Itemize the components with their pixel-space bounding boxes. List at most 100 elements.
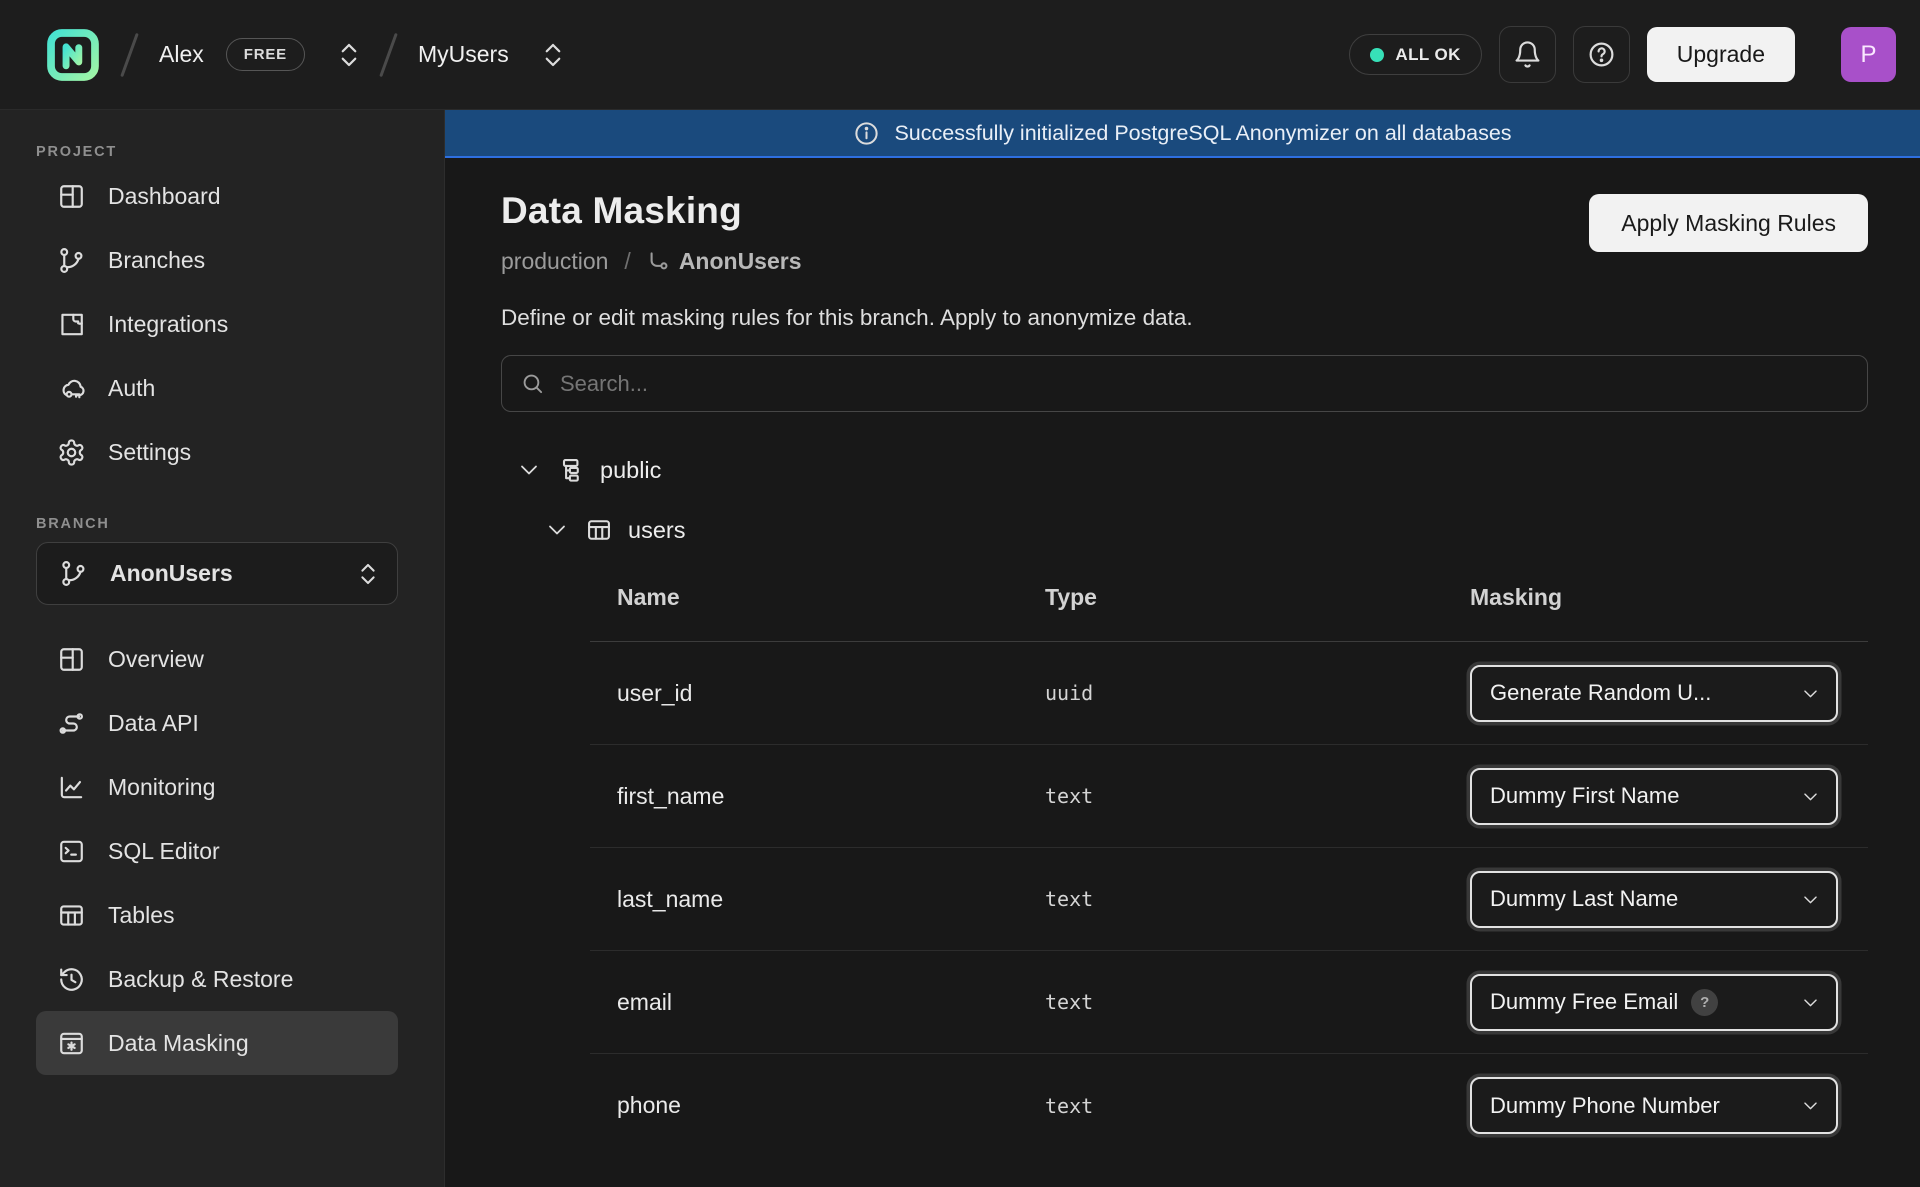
notification-banner: Successfully initialized PostgreSQL Anon…	[445, 110, 1920, 158]
sidebar-item-dashboard[interactable]: Dashboard	[36, 164, 398, 228]
help-circle-icon	[1587, 40, 1616, 69]
sql-editor-terminal-icon	[57, 837, 86, 866]
sidebar-item-label: Integrations	[108, 311, 228, 338]
overview-icon	[57, 645, 86, 674]
chevron-down-icon	[1801, 890, 1820, 909]
column-type: text	[1045, 990, 1470, 1014]
masking-select-first-name[interactable]: Dummy First Name	[1470, 768, 1838, 825]
sidebar-item-label: Settings	[108, 439, 191, 466]
project-section-label: PROJECT	[36, 144, 444, 160]
chevron-down-icon[interactable]	[517, 458, 541, 482]
breadcrumb-parent[interactable]: production	[501, 248, 608, 275]
sidebar-item-label: Auth	[108, 375, 155, 402]
sidebar-item-settings[interactable]: Settings	[36, 420, 398, 484]
column-type: text	[1045, 784, 1470, 808]
table-row: last_name text Dummy Last Name	[590, 848, 1868, 951]
dashboard-icon	[57, 182, 86, 211]
sidebar-item-label: Monitoring	[108, 774, 215, 801]
data-api-icon	[57, 709, 86, 738]
settings-gear-icon	[57, 438, 86, 467]
project-switcher-button[interactable]	[543, 40, 563, 70]
search-input[interactable]	[560, 371, 1849, 397]
sidebar-item-label: SQL Editor	[108, 838, 220, 865]
masking-select-value: Dummy First Name	[1490, 783, 1679, 809]
sidebar-item-integrations[interactable]: Integrations	[36, 292, 398, 356]
column-header-type: Type	[1045, 584, 1470, 611]
table-row: email text Dummy Free Email ?	[590, 951, 1868, 1054]
page-title: Data Masking	[501, 190, 802, 232]
sidebar: PROJECT Dashboard Branches Integrations …	[0, 110, 445, 1187]
branches-icon	[57, 246, 86, 275]
column-name: first_name	[617, 783, 1045, 810]
sidebar-item-label: Data API	[108, 710, 199, 737]
main-panel: Successfully initialized PostgreSQL Anon…	[445, 110, 1920, 1187]
help-button[interactable]	[1573, 26, 1630, 83]
notifications-button[interactable]	[1499, 26, 1556, 83]
org-switcher-button[interactable]	[339, 40, 359, 70]
apply-masking-rules-button[interactable]: Apply Masking Rules	[1589, 194, 1868, 252]
schema-name: public	[600, 457, 661, 484]
breadcrumb: production / AnonUsers	[501, 248, 802, 275]
org-name[interactable]: Alex	[159, 41, 204, 68]
avatar[interactable]: P	[1841, 27, 1896, 82]
sidebar-item-label: Overview	[108, 646, 204, 673]
sidebar-item-overview[interactable]: Overview	[36, 627, 398, 691]
sidebar-item-label: Tables	[108, 902, 174, 929]
chevron-down-icon	[1801, 684, 1820, 703]
neon-logo-icon[interactable]	[46, 28, 100, 82]
column-name: last_name	[617, 886, 1045, 913]
project-name[interactable]: MyUsers	[418, 41, 509, 68]
table-icon	[585, 516, 613, 544]
columns-table: Name Type Masking user_id uuid Generate …	[590, 577, 1868, 1157]
masking-select-user-id[interactable]: Generate Random U...	[1470, 665, 1838, 722]
integrations-icon	[57, 310, 86, 339]
masking-select-phone[interactable]: Dummy Phone Number	[1470, 1077, 1838, 1134]
auth-icon	[57, 374, 86, 403]
sidebar-item-auth[interactable]: Auth	[36, 356, 398, 420]
column-type: text	[1045, 1094, 1470, 1118]
sidebar-item-monitoring[interactable]: Monitoring	[36, 755, 398, 819]
chevron-up-down-icon	[543, 40, 563, 70]
branch-switcher-chevrons	[359, 560, 377, 588]
masking-select-value: Dummy Free Email	[1490, 989, 1678, 1015]
chevron-down-icon	[1801, 787, 1820, 806]
sidebar-item-label: Data Masking	[108, 1030, 249, 1057]
branch-selector[interactable]: AnonUsers	[36, 542, 398, 605]
breadcrumb-slash-icon	[379, 32, 398, 76]
schema-icon	[557, 456, 585, 484]
sidebar-item-backup-restore[interactable]: Backup & Restore	[36, 947, 398, 1011]
status-label: ALL OK	[1395, 45, 1460, 65]
column-name: phone	[617, 1092, 1045, 1119]
tables-icon	[57, 901, 86, 930]
sidebar-item-branches[interactable]: Branches	[36, 228, 398, 292]
status-badge[interactable]: ALL OK	[1349, 34, 1481, 75]
chevron-up-down-icon	[359, 560, 377, 588]
help-badge-icon[interactable]: ?	[1691, 989, 1718, 1016]
sidebar-item-label: Branches	[108, 247, 205, 274]
table-header-row: Name Type Masking	[590, 577, 1868, 611]
sidebar-item-data-api[interactable]: Data API	[36, 691, 398, 755]
masking-select-value: Dummy Last Name	[1490, 886, 1678, 912]
chevron-down-icon[interactable]	[545, 518, 569, 542]
sidebar-item-data-masking[interactable]: Data Masking	[36, 1011, 398, 1075]
bell-icon	[1513, 40, 1542, 69]
chevron-down-icon	[1801, 993, 1820, 1012]
masking-select-last-name[interactable]: Dummy Last Name	[1470, 871, 1838, 928]
masking-select-value: Dummy Phone Number	[1490, 1093, 1720, 1119]
upgrade-button[interactable]: Upgrade	[1647, 27, 1795, 82]
column-type: uuid	[1045, 681, 1470, 705]
monitoring-chart-icon	[57, 773, 86, 802]
branch-section-label: BRANCH	[36, 516, 444, 532]
sidebar-item-tables[interactable]: Tables	[36, 883, 398, 947]
topbar: Alex FREE MyUsers ALL OK	[0, 0, 1920, 110]
data-masking-icon	[57, 1029, 86, 1058]
tree-node-table[interactable]: users	[545, 516, 1868, 544]
column-header-name: Name	[617, 584, 1045, 611]
backup-restore-history-icon	[57, 965, 86, 994]
chevron-down-icon	[1801, 1096, 1820, 1115]
tree-node-schema[interactable]: public	[517, 456, 1868, 484]
table-row: user_id uuid Generate Random U...	[590, 642, 1868, 745]
sidebar-item-sql-editor[interactable]: SQL Editor	[36, 819, 398, 883]
masking-select-email[interactable]: Dummy Free Email ?	[1470, 974, 1838, 1031]
breadcrumb-current: AnonUsers	[647, 248, 802, 275]
